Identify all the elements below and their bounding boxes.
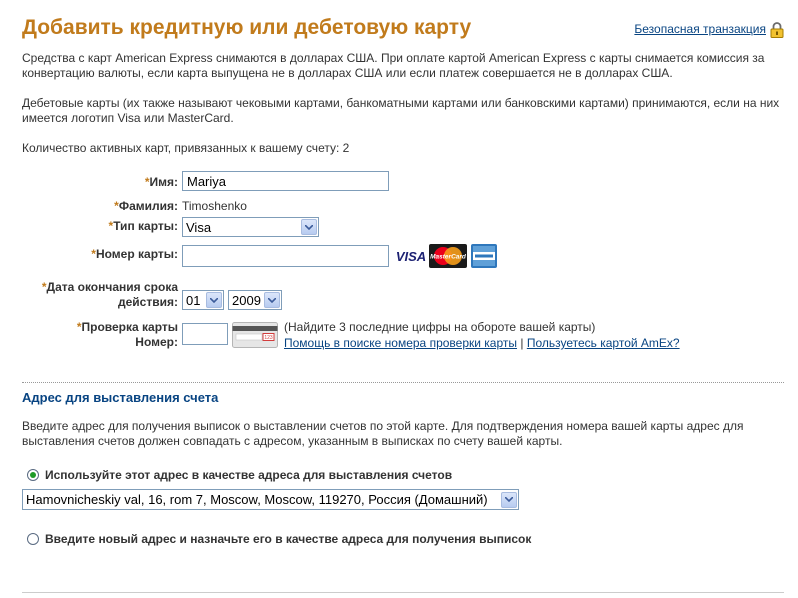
mastercard-logo: MasterCard: [429, 244, 467, 268]
active-cards-count: Количество активных карт, привязанных к …: [22, 141, 350, 155]
cvv-field[interactable]: [182, 323, 228, 345]
svg-text:123: 123: [264, 335, 273, 341]
new-address-label: Введите новый адрес и назначьте его в ка…: [45, 532, 532, 546]
expiry-year-select[interactable]: 2009: [228, 290, 282, 310]
billing-description: Введите адрес для получения выписок о вы…: [22, 419, 744, 448]
card-type-label: *Тип карты:: [108, 219, 178, 233]
last-name-label: *Фамилия:: [114, 199, 178, 213]
billing-address-select[interactable]: Hamovnicheskiy val, 16, rom 7, Moscow, M…: [22, 489, 519, 510]
page-title: Добавить кредитную или дебетовую карту: [22, 16, 472, 39]
new-address-radio[interactable]: [27, 533, 39, 545]
card-type-select[interactable]: Visa: [182, 217, 319, 237]
expiry-month-value: 01: [186, 292, 201, 308]
billing-address-value: Hamovnicheskiy val, 16, rom 7, Moscow, M…: [26, 492, 488, 507]
link-separator: |: [520, 336, 524, 350]
card-type-value: Visa: [186, 219, 212, 235]
secure-transaction: Безопасная транзакция: [634, 22, 784, 41]
chevron-down-icon[interactable]: [206, 292, 222, 308]
amex-logo: [471, 244, 497, 268]
use-existing-address-radio[interactable]: [27, 469, 39, 481]
cvv-links: Помощь в поиске номера проверки карты | …: [284, 335, 680, 351]
chevron-down-icon[interactable]: [264, 292, 280, 308]
cvv-hint: (Найдите 3 последние цифры на обороте ва…: [284, 320, 596, 334]
visa-logo: VISA: [395, 244, 427, 268]
expiry-year-value: 2009: [232, 292, 261, 308]
card-number-label: *Номер карты:: [91, 247, 178, 261]
bottom-divider: [22, 592, 784, 593]
chevron-down-icon[interactable]: [501, 491, 517, 508]
chevron-down-icon[interactable]: [301, 219, 317, 235]
section-divider: [22, 382, 784, 383]
lock-icon: [770, 22, 784, 41]
use-existing-address-option[interactable]: Используйте этот адрес в качестве адреса…: [27, 468, 452, 482]
card-number-field[interactable]: [182, 245, 389, 267]
billing-section-title: Адрес для выставления счета: [22, 390, 219, 405]
svg-text:MasterCard: MasterCard: [430, 254, 467, 261]
amex-link[interactable]: Пользуетесь картой AmEx?: [527, 336, 680, 350]
expiry-month-select[interactable]: 01: [182, 290, 224, 310]
first-name-label: *Имя:: [144, 175, 178, 189]
first-name-field[interactable]: Mariya: [182, 171, 389, 191]
card-back-icon: 123: [232, 322, 278, 348]
last-name-value: Timoshenko: [182, 199, 247, 213]
amex-note: Средства с карт American Express снимают…: [22, 51, 765, 80]
expiry-label: *Дата окончания срока действия:: [41, 280, 178, 309]
svg-text:VISA: VISA: [396, 249, 426, 264]
cvv-help-link[interactable]: Помощь в поиске номера проверки карты: [284, 336, 517, 350]
debit-note: Дебетовые карты (их также называют чеков…: [22, 96, 780, 125]
use-existing-address-label: Используйте этот адрес в качестве адреса…: [45, 468, 453, 482]
new-address-option[interactable]: Введите новый адрес и назначьте его в ка…: [27, 532, 531, 546]
secure-transaction-link[interactable]: Безопасная транзакция: [634, 22, 766, 36]
cvv-label: *Проверка карты Номер:: [76, 320, 178, 349]
